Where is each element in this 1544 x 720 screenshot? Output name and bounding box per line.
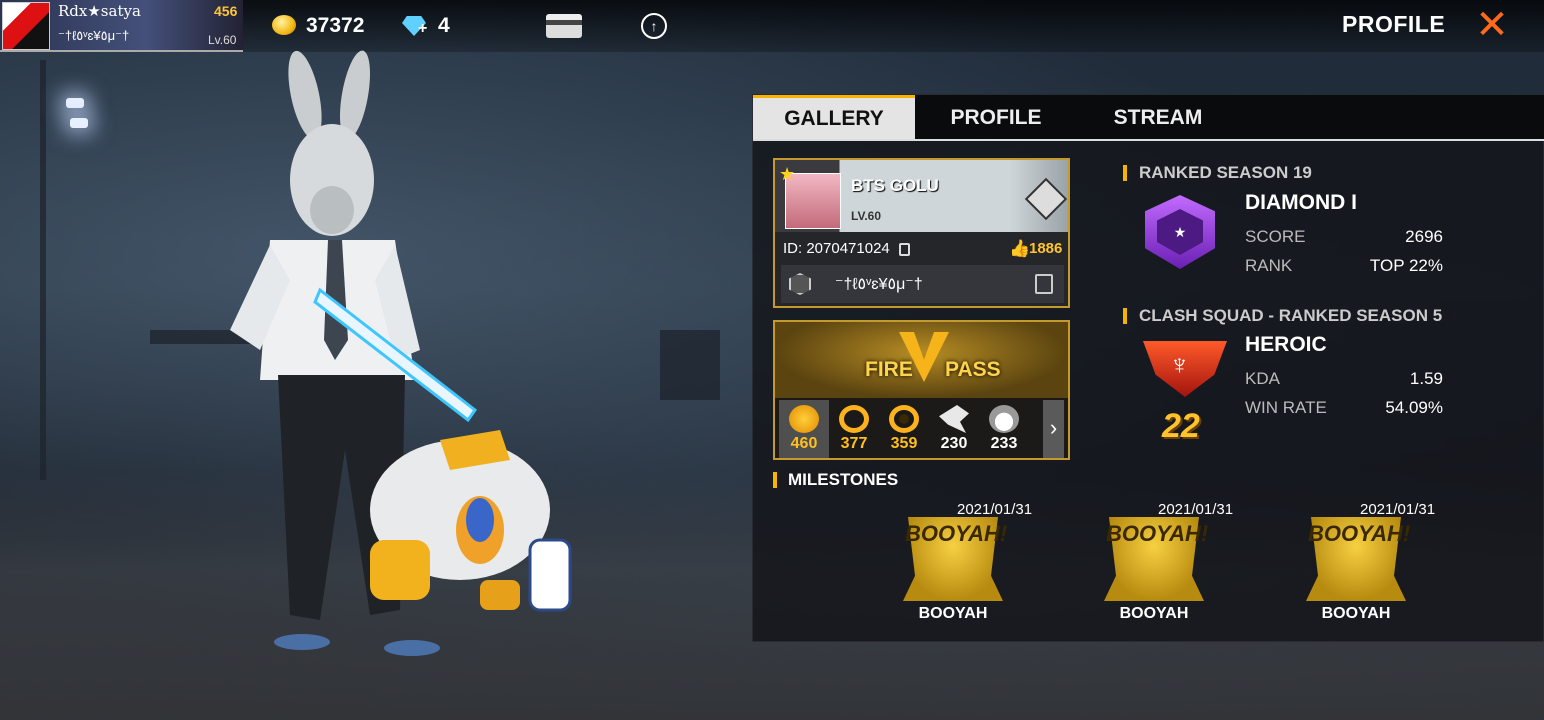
fire-pass-item-value: 359 [890,435,918,452]
milestone-item[interactable]: 2021/01/31 BOOYAH! BOOYAH [881,499,1032,629]
emblem-icon [1024,177,1068,221]
cs-stat-label: WIN RATE [1245,398,1327,417]
fire-pass-item[interactable]: 359 [879,400,929,458]
tab-bar: GALLERY PROFILE STREAM [753,95,1544,141]
cs-rank-number: 22 [1162,407,1200,445]
top-bar: Rdx★satya ⁻†ℓ٥ᵛɛ¥٥μ⁻† 456 Lv.60 37372 + … [0,0,1544,52]
swirl-icon [839,405,869,433]
fire-pass-item-value: 460 [790,435,818,452]
player-level: Lv.60 [208,33,237,47]
player-id: ID: 2070471024 [783,240,890,257]
chevron-right-icon[interactable]: › [1043,400,1064,458]
tab-profile[interactable]: PROFILE [915,95,1077,139]
profile-panel: GALLERY PROFILE STREAM ★ BTS GOLU LV.60 … [752,94,1544,642]
fire-pass-item-value: 230 [940,435,968,452]
booyah-badge-text: BOOYAH! [1106,521,1209,546]
booyah-badge-text: BOOYAH! [1308,521,1411,546]
fire-pass-header: FIRE PASS [775,322,1068,398]
cs-rank-name: HEROIC [1245,333,1327,356]
milestone-label: BOOYAH [918,605,988,622]
tab-gallery[interactable]: GALLERY [753,95,915,139]
milestone-date: 2021/01/31 [957,501,1033,518]
player-badge-value: 456 [214,3,238,19]
fire-pass-item[interactable]: 230 [929,400,979,458]
fire-pass-item-value: 233 [990,435,1018,452]
guild-icon[interactable] [789,273,811,295]
copy-icon[interactable] [899,243,910,256]
background-light [66,98,84,108]
milestone-label: BOOYAH [1119,605,1189,622]
milestone-date: 2021/01/31 [1360,501,1436,518]
page-title: PROFILE [1342,11,1446,37]
ring-icon [889,405,919,433]
signature-row: ⁻†ℓ٥ᵛɛ¥٥μ⁻† [781,265,1064,303]
fire-pass-card[interactable]: FIRE PASS 460 377 359 230 233 › [773,320,1070,460]
fire-pass-item[interactable]: 377 [829,400,879,458]
milestone-date: 2021/01/31 [1158,501,1234,518]
eagle-icon [939,405,969,433]
milestone-label: BOOYAH [1321,605,1391,622]
cs-stat-value: 54.09% [1385,398,1443,417]
clash-squad-title: CLASH SQUAD - RANKED SEASON 5 [1139,306,1443,325]
br-stat-label: RANK [1245,256,1293,275]
fire-pass-item[interactable]: 233 [979,400,1029,458]
demon-icon [989,405,1019,433]
like-count: 1886 [1029,240,1063,257]
player-banner[interactable]: Rdx★satya ⁻†ℓ٥ᵛɛ¥٥μ⁻† 456 Lv.60 [0,0,243,52]
milestones-title: MILESTONES [788,470,899,489]
background-light [70,118,88,128]
star-icon: ★ [779,164,796,184]
br-rank-name: DIAMOND I [1245,191,1357,214]
tab-stream[interactable]: STREAM [1077,95,1239,139]
section-marker [773,472,777,488]
section-marker [1123,165,1127,181]
br-stat-label: SCORE [1245,227,1306,246]
coin-icon [272,15,296,35]
fire-pass-items: 460 377 359 230 233 [779,400,1066,458]
booyah-badge-text: BOOYAH! [905,521,1008,546]
skull-icon [789,405,819,433]
milestone-item[interactable]: 2021/01/31 BOOYAH! BOOYAH [1082,499,1233,629]
milestone-item[interactable]: 2021/01/31 BOOYAH! BOOYAH [1284,499,1435,629]
wings-icon: ♆ [1169,349,1190,380]
close-button[interactable]: ✕ [1472,5,1512,45]
thumbs-up-icon[interactable]: 👍 [1009,239,1030,259]
inspect-icon[interactable] [1035,274,1053,294]
fire-pass-item[interactable]: 460 [779,400,829,458]
membership-card-icon[interactable] [546,14,582,38]
br-stat-value: TOP 22% [1369,256,1443,275]
plus-icon[interactable]: + [418,20,427,38]
player-banner-image: ★ BTS GOLU LV.60 [775,160,1068,232]
background-structure [40,60,46,480]
pet-character[interactable] [330,420,600,630]
coin-count: 37372 [306,14,365,37]
background-structure [660,330,720,400]
cloud-upload-icon[interactable]: ↑ [641,13,667,39]
card-player-name: BTS GOLU [851,176,939,195]
section-marker [1123,308,1127,324]
br-stat-value: 2696 [1405,227,1443,246]
player-id-card[interactable]: ★ BTS GOLU LV.60 ID: 2070471024 👍 1886 ⁻… [773,158,1070,308]
card-player-level: LV.60 [851,209,882,223]
fire-pass-label-right: PASS [945,358,1001,381]
card-signature: ⁻†ℓ٥ᵛɛ¥٥μ⁻† [835,276,923,293]
player-name: Rdx★satya [58,2,141,20]
fire-pass-item-value: 377 [840,435,868,452]
diamond-count: 4 [438,14,450,37]
avatar [2,2,50,50]
ranked-season-title: RANKED SEASON 19 [1139,163,1312,182]
fire-pass-label-left: FIRE [865,358,913,381]
cs-stat-label: KDA [1245,369,1280,388]
player-signature: ⁻†ℓ٥ᵛɛ¥٥μ⁻† [58,28,130,43]
cs-stat-value: 1.59 [1409,369,1443,388]
